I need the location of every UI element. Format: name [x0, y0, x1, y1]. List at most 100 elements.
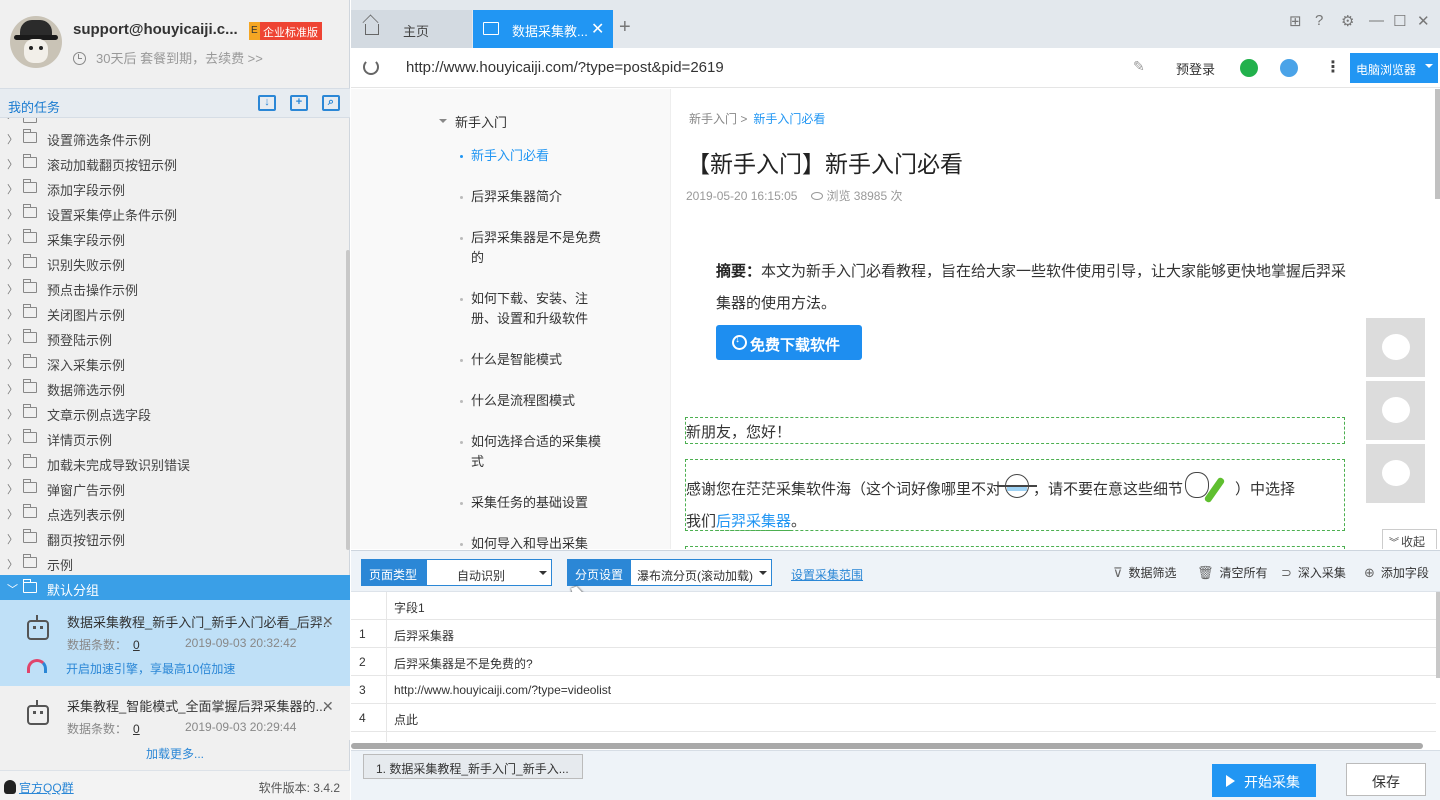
task-card[interactable]: 采集教程_智能模式_全面掌握后羿采集器的... 数据条数： 0 2019-09-0… [0, 686, 350, 740]
tree-item[interactable]: 〉加载未完成导致识别错误 [0, 450, 350, 475]
nav-item[interactable]: 什么是智能模式 [460, 350, 611, 370]
tree-item[interactable]: 〉添加字段示例 [0, 175, 350, 200]
chevron-right-icon[interactable]: 〉 [7, 256, 18, 272]
chevron-right-icon[interactable]: 〉 [7, 181, 18, 197]
gift-icon[interactable]: ⊞ [1289, 12, 1302, 30]
close-icon[interactable]: ✕ [322, 613, 334, 630]
prelogin-button[interactable]: 预登录 [1176, 59, 1215, 78]
url-input[interactable]: http://www.houyicaiji.com/?type=post&pid… [406, 59, 724, 76]
table-row-partial[interactable] [351, 732, 1436, 742]
nav-item[interactable]: 后羿采集器是不是免费的 [460, 228, 611, 268]
tree-group-default[interactable]: ﹀ 默认分组 [0, 575, 350, 600]
chevron-right-icon[interactable]: 〉 [7, 456, 18, 472]
table-vertical-scrollbar[interactable] [1436, 592, 1440, 678]
browser-mode-select[interactable]: 电脑浏览器 [1350, 53, 1438, 83]
tree-item[interactable]: 〉示例 [0, 550, 350, 575]
account-email[interactable]: support@houyicaiji.c... [73, 21, 238, 38]
close-window-icon[interactable]: ✕ [1417, 12, 1430, 30]
new-tab-button[interactable]: + [619, 16, 631, 39]
chevron-right-icon[interactable]: 〉 [7, 306, 18, 322]
tab-current[interactable]: 数据采集教... ✕ [473, 10, 613, 48]
set-range-link[interactable]: 设置采集范围 [791, 566, 863, 583]
tree-item[interactable]: 〉滚动加载翻页按钮示例 [0, 150, 350, 175]
accel-link[interactable]: 开启加速引擎，享最高10倍加速 [66, 660, 235, 677]
pencil-icon[interactable]: ✎ [1133, 58, 1145, 75]
chevron-right-icon[interactable]: 〉 [7, 531, 18, 547]
refresh-icon[interactable] [363, 59, 379, 75]
close-icon[interactable]: ✕ [322, 698, 334, 715]
start-collect-button[interactable]: 开始采集 [1212, 764, 1316, 797]
table-row[interactable]: 2 后羿采集器是不是免费的? [351, 648, 1436, 676]
save-button[interactable]: 保存 [1346, 763, 1426, 796]
new-task-icon[interactable]: + [290, 95, 308, 111]
deep-collect-button[interactable]: ⊃ 深入采集 [1281, 564, 1346, 581]
data-filter-button[interactable]: ⊽ 数据筛选 [1113, 564, 1177, 581]
maximize-icon[interactable]: ☐ [1393, 12, 1406, 30]
nav-item[interactable]: 如何导入和导出采集 [460, 534, 611, 549]
nav-root[interactable]: 新手入门 [439, 112, 507, 131]
chevron-down-icon[interactable]: ﹀ [7, 581, 18, 597]
chevron-right-icon[interactable]: 〉 [7, 356, 18, 372]
tree-item[interactable]: 〉采集字段示例 [0, 225, 350, 250]
task-name[interactable]: 采集教程_智能模式_全面掌握后羿采集器的... [67, 696, 326, 715]
avatar[interactable] [10, 16, 62, 68]
column-header[interactable]: 字段1 [394, 599, 425, 616]
download-button[interactable]: 免费下载软件 [716, 325, 862, 360]
page-type-select[interactable]: 自动识别 [426, 559, 552, 586]
chevron-right-icon[interactable]: 〉 [7, 131, 18, 147]
wechat-share-button[interactable] [1366, 318, 1425, 377]
chevron-right-icon[interactable]: 〉 [7, 231, 18, 247]
chevron-right-icon[interactable]: 〉 [7, 156, 18, 172]
tree-item[interactable]: 〉预登陆示例 [0, 325, 350, 350]
tree-item[interactable]: 〉弹窗广告示例 [0, 475, 350, 500]
import-task-icon[interactable]: ↓ [258, 95, 276, 111]
paging-select[interactable]: 瀑布流分页(滚动加载) [630, 559, 772, 586]
qq-group-link[interactable]: 官方QQ群 [4, 779, 74, 796]
chevron-right-icon[interactable]: 〉 [7, 431, 18, 447]
chevron-right-icon[interactable]: 〉 [7, 381, 18, 397]
gear-icon[interactable]: ⚙ [1341, 12, 1354, 30]
chevron-right-icon[interactable]: 〉 [7, 331, 18, 347]
more-options-icon[interactable]: ⋮ [1325, 57, 1341, 77]
add-field-button[interactable]: ⊕ 添加字段 [1364, 564, 1429, 581]
nav-item[interactable]: 如何选择合适的采集模式 [460, 432, 611, 472]
tree-item[interactable]: 〉设置采集停止条件示例 [0, 200, 350, 225]
minimize-icon[interactable]: — [1369, 12, 1384, 29]
tree-item[interactable]: 〉关闭图片示例 [0, 300, 350, 325]
table-row[interactable]: 1 后羿采集器 [351, 620, 1436, 648]
expire-text[interactable]: 30天后 套餐到期，去续费 >> [96, 51, 263, 66]
collapse-button[interactable]: ︾ 收起 [1382, 529, 1437, 549]
table-row[interactable]: 3 http://www.houyicaiji.com/?type=videoli… [351, 676, 1436, 704]
chevron-right-icon[interactable]: 〉 [7, 406, 18, 422]
nav-item[interactable]: 采集任务的基础设置 [460, 493, 611, 513]
weibo-share-button[interactable] [1366, 381, 1425, 440]
tab-home[interactable]: 主页 [351, 10, 472, 48]
chevron-right-icon[interactable]: 〉 [7, 481, 18, 497]
load-more-link[interactable]: 加载更多... [0, 745, 350, 762]
chevron-right-icon[interactable]: 〉 [7, 506, 18, 522]
nav-item[interactable]: 新手入门必看 [460, 146, 611, 166]
table-horizontal-scrollbar[interactable] [351, 743, 1423, 749]
tree-item[interactable]: 〉预点击操作示例 [0, 275, 350, 300]
page-scrollbar[interactable] [1435, 89, 1440, 199]
tree-item[interactable]: 〉翻页按钮示例 [0, 525, 350, 550]
tree-item[interactable]: 〉详情页示例 [0, 425, 350, 450]
houyi-link[interactable]: 后羿采集器 [716, 513, 792, 531]
tree-item[interactable]: 〉点选列表示例 [0, 500, 350, 525]
tree-item[interactable]: 〉识别失败示例 [0, 250, 350, 275]
nav-item[interactable]: 什么是流程图模式 [460, 391, 611, 411]
tree-item[interactable]: 〉文章示例点选字段 [0, 400, 350, 425]
expire-notice[interactable]: 30天后 套餐到期，去续费 >> [73, 48, 263, 67]
task-card[interactable]: 数据采集教程_新手入门_新手入门必看_后羿.. 数据条数： 0 2019-09-0… [0, 600, 350, 686]
task-name[interactable]: 数据采集教程_新手入门_新手入门必看_后羿.. [67, 612, 330, 631]
chevron-right-icon[interactable]: 〉 [7, 556, 18, 572]
chevron-right-icon[interactable]: 〉 [7, 206, 18, 222]
nav-item[interactable]: 如何下载、安装、注册、设置和升级软件 [460, 289, 611, 329]
tree-item[interactable]: 〉设置筛选条件示例 [0, 125, 350, 150]
tree-item[interactable]: 〉数据筛选示例 [0, 375, 350, 400]
chevron-right-icon[interactable]: 〉 [7, 281, 18, 297]
clear-all-button[interactable]: 🗑 清空所有 [1197, 564, 1268, 581]
tree-item[interactable]: 〉深入采集示例 [0, 350, 350, 375]
task-tab[interactable]: 1. 数据采集教程_新手入门_新手入... [363, 754, 583, 779]
blue-extension-icon[interactable] [1280, 59, 1298, 77]
